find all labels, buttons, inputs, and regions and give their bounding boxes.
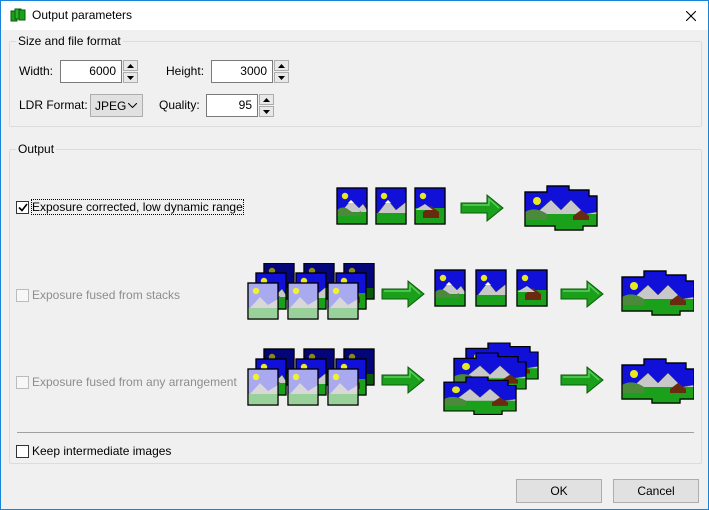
up-arrow-icon bbox=[278, 63, 285, 68]
window-title: Output parameters bbox=[32, 8, 133, 22]
ldr-format-select[interactable]: JPEG bbox=[90, 94, 143, 117]
exposure-corrected-label: Exposure corrected, low dynamic range bbox=[31, 199, 244, 215]
title-bar: Output parameters bbox=[1, 1, 708, 30]
fused-stacks-option[interactable]: Exposure fused from stacks bbox=[16, 288, 180, 302]
fused-stacks-label: Exposure fused from stacks bbox=[32, 288, 181, 302]
close-button[interactable] bbox=[674, 1, 708, 30]
chevron-down-icon bbox=[128, 103, 137, 108]
height-spinner bbox=[274, 60, 289, 83]
down-arrow-icon bbox=[263, 109, 270, 114]
cancel-button[interactable]: Cancel bbox=[613, 479, 699, 503]
ldr-format-value: JPEG bbox=[95, 99, 127, 113]
fused-any-option[interactable]: Exposure fused from any arrangement bbox=[16, 375, 237, 389]
height-decrement-button[interactable] bbox=[274, 72, 289, 83]
width-spinner bbox=[123, 60, 138, 83]
exposure-corrected-option[interactable]: Exposure corrected, low dynamic range bbox=[16, 199, 244, 215]
group-title: Size and file format bbox=[16, 34, 123, 48]
height-increment-button[interactable] bbox=[274, 60, 289, 71]
up-arrow-icon bbox=[127, 63, 134, 68]
fused-stacks-checkbox[interactable] bbox=[16, 288, 29, 302]
exposure-corrected-illustration bbox=[336, 185, 598, 231]
fused-any-illustration bbox=[247, 342, 694, 415]
width-input[interactable]: 6000 bbox=[60, 60, 122, 83]
fused-stacks-illustration bbox=[247, 263, 694, 320]
app-icon bbox=[10, 8, 26, 22]
close-icon bbox=[686, 10, 696, 21]
output-parameters-window: Output parameters Size and file format W… bbox=[0, 0, 709, 510]
height-label: Height: bbox=[166, 64, 205, 78]
keep-intermediate-label: Keep intermediate images bbox=[32, 444, 172, 458]
keep-intermediate-option[interactable]: Keep intermediate images bbox=[16, 444, 171, 458]
ok-button[interactable]: OK bbox=[516, 479, 602, 503]
quality-decrement-button[interactable] bbox=[259, 106, 274, 117]
height-input[interactable]: 3000 bbox=[211, 60, 273, 83]
group-title: Output bbox=[16, 142, 57, 156]
down-arrow-icon bbox=[278, 75, 285, 80]
fused-any-checkbox[interactable] bbox=[16, 375, 29, 389]
ldr-format-label: LDR Format: bbox=[19, 98, 88, 112]
quality-spinner bbox=[259, 94, 274, 117]
width-label: Width: bbox=[19, 64, 54, 78]
exposure-corrected-checkbox[interactable] bbox=[16, 200, 29, 214]
down-arrow-icon bbox=[127, 75, 134, 80]
width-decrement-button[interactable] bbox=[123, 72, 138, 83]
quality-increment-button[interactable] bbox=[259, 94, 274, 105]
quality-input[interactable]: 95 bbox=[206, 94, 258, 117]
keep-intermediate-checkbox[interactable] bbox=[16, 444, 29, 458]
fused-any-label: Exposure fused from any arrangement bbox=[32, 375, 237, 389]
checkmark-icon bbox=[17, 203, 28, 212]
quality-label: Quality: bbox=[159, 98, 200, 112]
up-arrow-icon bbox=[263, 97, 270, 102]
width-increment-button[interactable] bbox=[123, 60, 138, 71]
separator bbox=[17, 432, 694, 433]
